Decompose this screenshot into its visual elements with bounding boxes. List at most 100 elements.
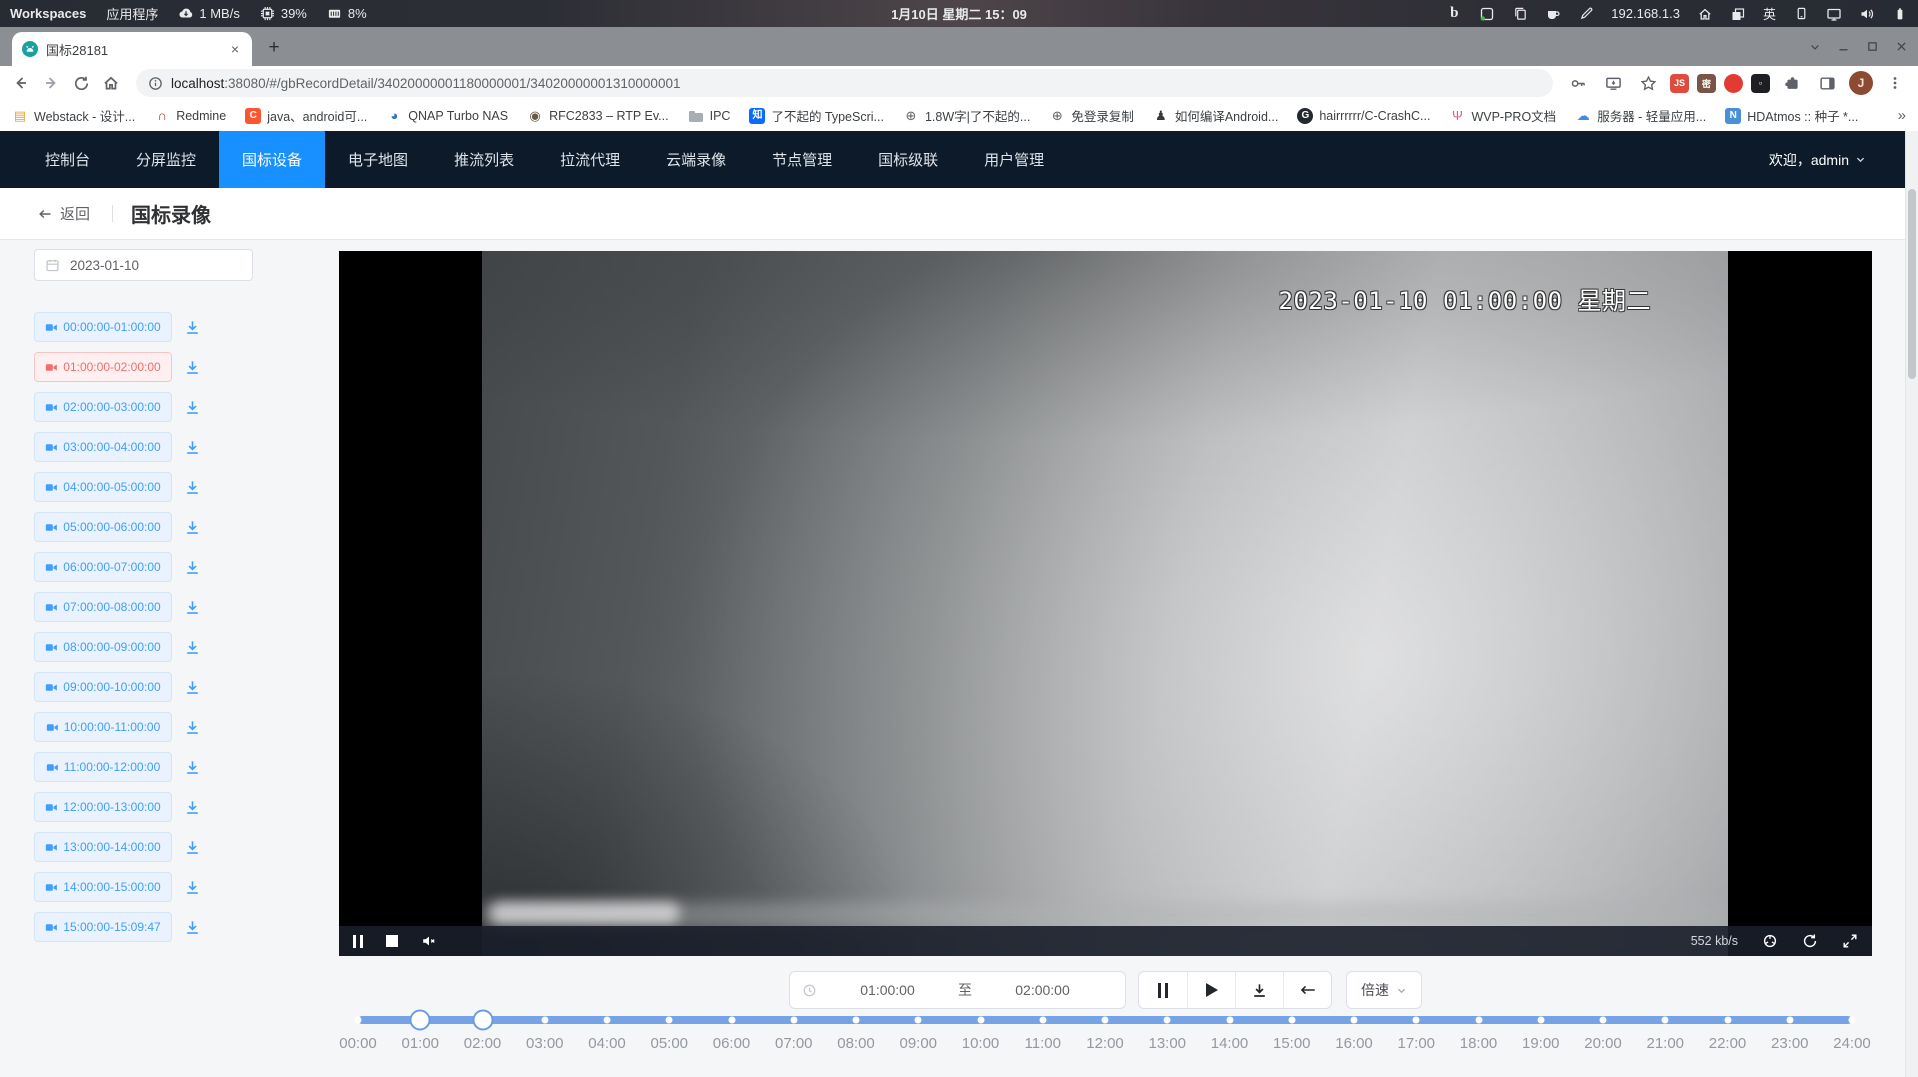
segment-button[interactable]: 01:00:00-02:00:00 bbox=[34, 352, 172, 382]
segment-download-button[interactable] bbox=[184, 559, 201, 576]
workspaces-button[interactable]: Workspaces bbox=[10, 6, 86, 21]
nav-item[interactable]: 云端录像 bbox=[643, 131, 749, 188]
bookmark-item[interactable]: N HDAtmos :: 种子 *... bbox=[1725, 106, 1858, 125]
start-time-input[interactable] bbox=[817, 981, 958, 999]
segment-download-button[interactable] bbox=[184, 319, 201, 336]
nav-item[interactable]: 用户管理 bbox=[961, 131, 1067, 188]
device-phone-icon[interactable] bbox=[1793, 6, 1809, 22]
side-panel-icon[interactable] bbox=[1814, 70, 1840, 96]
reload-icon[interactable] bbox=[68, 70, 94, 96]
window-close-icon[interactable] bbox=[1895, 40, 1908, 53]
extension-icon[interactable] bbox=[1724, 74, 1743, 93]
extension-icon[interactable]: JS bbox=[1670, 74, 1689, 93]
extension-icon[interactable]: ▫ bbox=[1751, 74, 1770, 93]
video-player[interactable]: 2023-01-10 01:00:00 星期二 552 kb/s bbox=[339, 251, 1872, 956]
clock-text[interactable]: 1月10日 星期二 15：09 bbox=[891, 4, 1027, 23]
browser-menu-kebab-icon[interactable] bbox=[1882, 70, 1908, 96]
segment-button[interactable]: 00:00:00-01:00:00 bbox=[34, 312, 172, 342]
segment-download-button[interactable] bbox=[184, 479, 201, 496]
pen-tool-icon[interactable] bbox=[1578, 6, 1594, 22]
bookmark-item[interactable]: IPC bbox=[688, 108, 731, 124]
bookmark-item[interactable]: C java、android可... bbox=[245, 106, 367, 125]
play-button[interactable] bbox=[1187, 972, 1235, 1008]
info-icon[interactable] bbox=[148, 76, 163, 91]
browser-tab[interactable]: 国标28181 × bbox=[12, 32, 252, 66]
segment-download-button[interactable] bbox=[184, 839, 201, 856]
tab-close-icon[interactable]: × bbox=[226, 40, 244, 58]
bookmark-item[interactable]: ⊕ 1.8W字|了不起的... bbox=[903, 106, 1030, 125]
window-maximize-icon[interactable] bbox=[1866, 40, 1879, 53]
user-menu[interactable]: 欢迎，admin bbox=[1769, 150, 1866, 170]
nav-item[interactable]: 国标级联 bbox=[855, 131, 961, 188]
player-stop-icon[interactable] bbox=[386, 935, 398, 947]
window-minimize-icon[interactable] bbox=[1837, 40, 1850, 53]
date-input[interactable] bbox=[68, 257, 242, 274]
volume-icon[interactable] bbox=[1859, 6, 1875, 22]
bookmark-item[interactable]: G hairrrrrr/C-CrashC... bbox=[1297, 108, 1430, 124]
bookmark-item[interactable]: 知 了不起的 TypeScri... bbox=[749, 106, 884, 125]
back-icon[interactable] bbox=[8, 70, 34, 96]
segment-download-button[interactable] bbox=[184, 719, 201, 736]
scrollbar-thumb[interactable] bbox=[1908, 189, 1916, 379]
network-speed-indicator[interactable]: 1 MB/s bbox=[178, 6, 239, 22]
address-bar[interactable]: localhost:38080/#/gbRecordDetail/3402000… bbox=[136, 69, 1553, 97]
segment-download-button[interactable] bbox=[184, 639, 201, 656]
nav-item[interactable]: 电子地图 bbox=[325, 131, 431, 188]
refresh-icon[interactable] bbox=[1802, 933, 1818, 949]
segment-button[interactable]: 09:00:00-10:00:00 bbox=[34, 672, 172, 702]
bookmark-item[interactable]: ◕ QNAP Turbo NAS bbox=[386, 108, 508, 124]
forward-icon[interactable] bbox=[38, 70, 64, 96]
cpu-indicator[interactable]: 39% bbox=[260, 6, 307, 22]
nav-item[interactable]: 拉流代理 bbox=[537, 131, 643, 188]
step-back-button[interactable] bbox=[1283, 972, 1331, 1008]
bookmark-item[interactable]: ◉ RFC2833 – RTP Ev... bbox=[527, 108, 669, 124]
timeline-track[interactable] bbox=[358, 1016, 1852, 1024]
pause-button[interactable] bbox=[1139, 972, 1187, 1008]
nav-item[interactable]: 国标设备 bbox=[219, 131, 325, 188]
bookmark-star-icon[interactable] bbox=[1635, 70, 1661, 96]
screenshot-tool-icon[interactable] bbox=[1479, 6, 1495, 22]
segment-download-button[interactable] bbox=[184, 439, 201, 456]
extension-icon[interactable]: 密 bbox=[1697, 74, 1716, 93]
segment-download-button[interactable] bbox=[184, 799, 201, 816]
memory-indicator[interactable]: 8% bbox=[327, 6, 367, 22]
page-scrollbar[interactable] bbox=[1905, 131, 1918, 1077]
clipboard-copy-icon[interactable] bbox=[1512, 6, 1528, 22]
key-icon[interactable] bbox=[1565, 70, 1591, 96]
battery-icon[interactable] bbox=[1892, 6, 1908, 22]
applications-button[interactable]: 应用程序 bbox=[106, 4, 158, 23]
player-pause-icon[interactable] bbox=[353, 935, 363, 948]
nav-item[interactable]: 控制台 bbox=[22, 131, 113, 188]
time-range-picker[interactable]: 至 bbox=[789, 971, 1126, 1009]
bookmark-item[interactable]: Ψ WVP-PRO文档 bbox=[1449, 106, 1556, 125]
input-method-indicator[interactable]: 英 bbox=[1763, 4, 1776, 23]
segment-button[interactable]: 12:00:00-13:00:00 bbox=[34, 792, 172, 822]
segment-download-button[interactable] bbox=[184, 919, 201, 936]
extensions-puzzle-icon[interactable] bbox=[1779, 70, 1805, 96]
segment-download-button[interactable] bbox=[184, 399, 201, 416]
segment-button[interactable]: 10:00:00-11:00:00 bbox=[34, 712, 172, 742]
home-button-icon[interactable] bbox=[98, 70, 124, 96]
segment-button[interactable]: 06:00:00-07:00:00 bbox=[34, 552, 172, 582]
nav-item[interactable]: 推流列表 bbox=[431, 131, 537, 188]
segment-button[interactable]: 03:00:00-04:00:00 bbox=[34, 432, 172, 462]
display-icon[interactable] bbox=[1826, 6, 1842, 22]
tab-search-chevron-icon[interactable] bbox=[1809, 41, 1821, 53]
snapshot-shutter-icon[interactable] bbox=[1762, 933, 1778, 949]
segment-download-button[interactable] bbox=[184, 679, 201, 696]
segment-button[interactable]: 15:00:00-15:09:47 bbox=[34, 912, 172, 942]
bookmark-item[interactable]: ∩ Redmine bbox=[154, 108, 226, 124]
segment-button[interactable]: 04:00:00-05:00:00 bbox=[34, 472, 172, 502]
segment-button[interactable]: 02:00:00-03:00:00 bbox=[34, 392, 172, 422]
bookmark-item[interactable]: ⊕ 免登录复制 bbox=[1049, 106, 1134, 125]
bookmark-item[interactable]: ♟ 如何编译Android... bbox=[1153, 106, 1279, 125]
segment-button[interactable]: 11:00:00-12:00:00 bbox=[34, 752, 172, 782]
segment-button[interactable]: 13:00:00-14:00:00 bbox=[34, 832, 172, 862]
ip-address-text[interactable]: 192.168.1.3 bbox=[1611, 6, 1680, 21]
bookmarks-overflow-button[interactable]: » bbox=[1898, 107, 1906, 124]
segment-download-button[interactable] bbox=[184, 599, 201, 616]
segment-download-button[interactable] bbox=[184, 359, 201, 376]
home-icon[interactable] bbox=[1697, 6, 1713, 22]
new-tab-button[interactable]: + bbox=[260, 34, 288, 62]
nav-item[interactable]: 节点管理 bbox=[749, 131, 855, 188]
